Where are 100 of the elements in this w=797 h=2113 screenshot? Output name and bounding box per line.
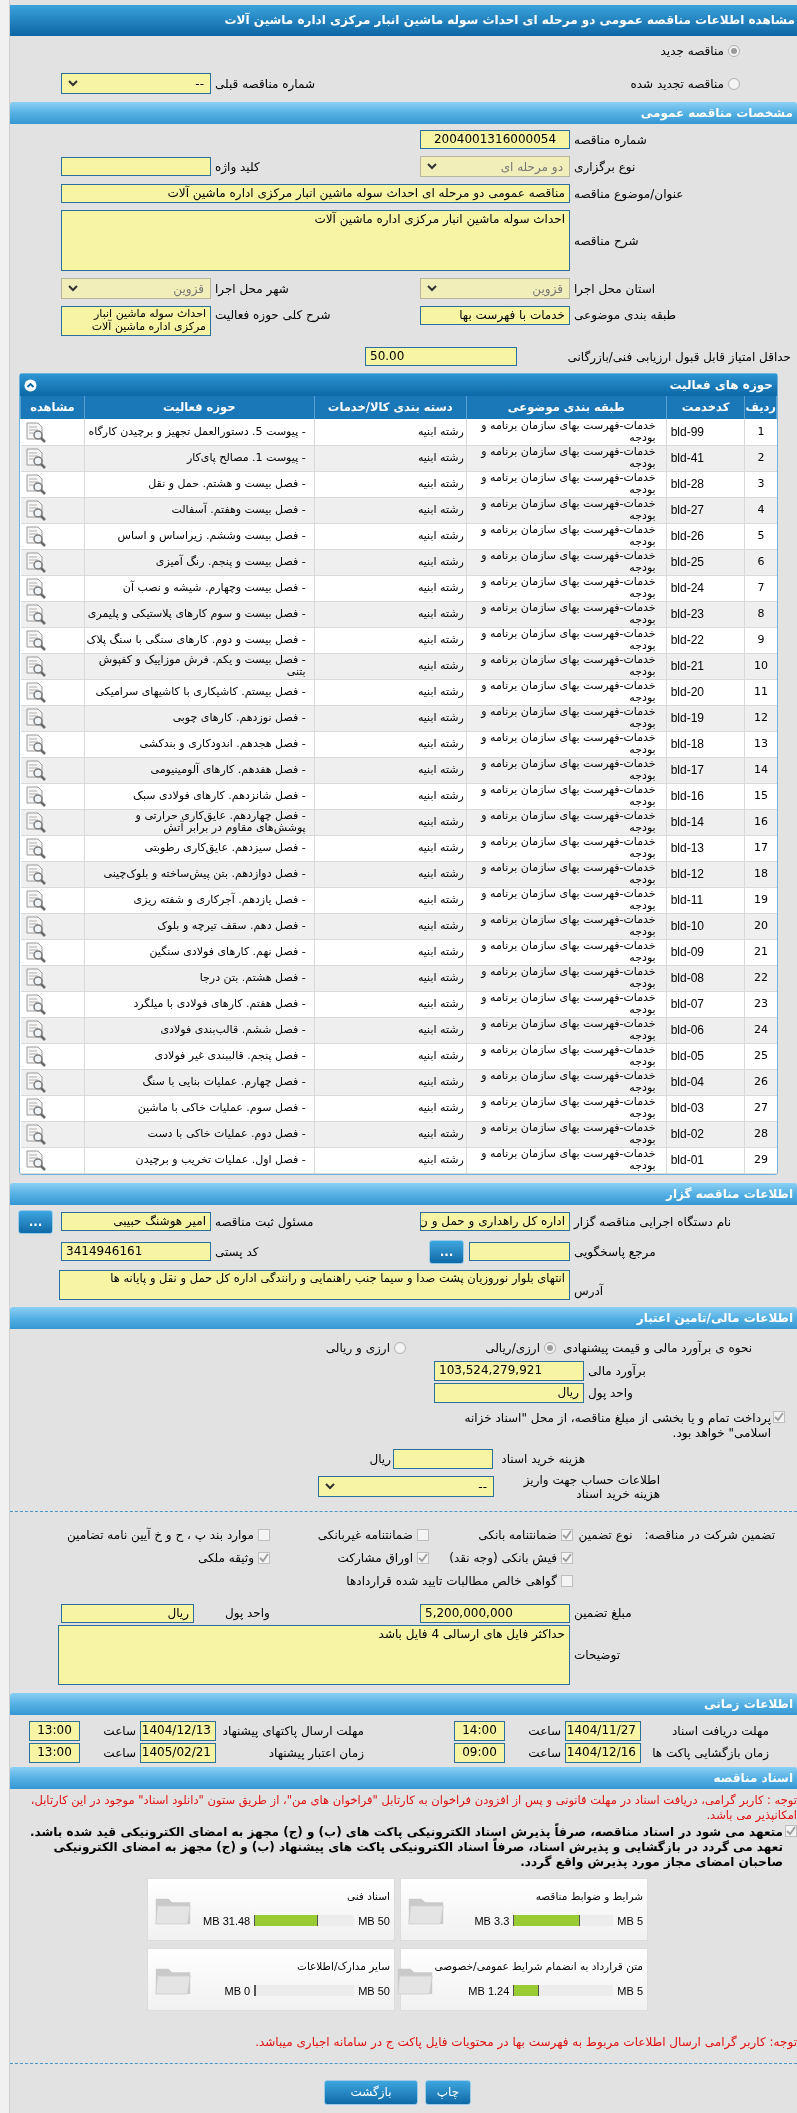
document-search-icon[interactable]	[23, 1123, 46, 1145]
document-search-icon[interactable]	[23, 551, 46, 573]
text-field[interactable]	[469, 1242, 570, 1261]
table-cell: bld-12	[666, 861, 745, 887]
field-label: اطلاعات حساب جهت واریز هزینه خرید اسناد	[522, 1472, 660, 1501]
table-cell: خدمات-فهرست بهای سازمان برنامه و بودجه	[466, 861, 667, 887]
document-search-icon[interactable]	[23, 1045, 46, 1067]
table-cell: رشته ابنیه	[314, 1043, 467, 1069]
document-search-icon[interactable]	[23, 707, 46, 729]
text-field[interactable]: 1404/11/27	[565, 1720, 641, 1741]
text-field[interactable]: 1405/02/21	[140, 1742, 216, 1763]
checkbox[interactable]	[417, 1528, 429, 1541]
document-search-icon[interactable]	[23, 603, 46, 625]
table-cell: - فصل سیزدهم. عایق‌کاری رطوبتی	[84, 835, 315, 861]
text-field[interactable]: 50.00	[365, 347, 517, 366]
dropdown[interactable]: --	[318, 1476, 494, 1497]
field-label: عنوان/موضوع مناقصه	[573, 185, 685, 203]
text-field[interactable]: 14:00	[454, 1720, 505, 1741]
checkbox[interactable]	[561, 1528, 573, 1541]
document-search-icon[interactable]	[23, 915, 46, 937]
table-cell: خدمات-فهرست بهای سازمان برنامه و بودجه	[466, 887, 667, 913]
table-cell: - فصل پنجم. قالببندی غیر فولادی	[84, 1043, 315, 1069]
document-search-icon[interactable]	[23, 681, 46, 703]
text-field[interactable]: 5,200,000,000	[420, 1603, 570, 1623]
chevron-down-icon	[427, 163, 437, 170]
document-search-icon[interactable]	[23, 629, 46, 651]
checkbox[interactable]	[561, 1574, 573, 1587]
ellipsis-button[interactable]: ...	[429, 1239, 464, 1264]
document-search-icon[interactable]	[23, 525, 46, 547]
size-used: 3.3 MB	[474, 1913, 510, 1929]
text-area[interactable]: حداکثر فایل های ارسالی 4 فایل باشد	[58, 1624, 570, 1685]
text-area[interactable]: احداث سوله ماشین انبار مرکزی اداره ماشین آلات	[61, 306, 211, 336]
table-cell: 18	[744, 861, 777, 887]
document-search-icon[interactable]	[23, 655, 46, 677]
radio-button[interactable]	[394, 1341, 406, 1354]
table-cell: 20	[744, 913, 777, 939]
document-search-icon[interactable]	[23, 967, 46, 989]
document-search-icon[interactable]	[23, 473, 46, 495]
table-cell: 12	[744, 705, 777, 731]
table-cell: رشته ابنیه	[314, 497, 467, 523]
document-search-icon[interactable]	[23, 811, 46, 833]
table-cell: - فصل بیست و هشتم. حمل و نقل	[84, 471, 315, 497]
collapse-icon[interactable]	[24, 378, 37, 392]
text-field[interactable]: 103,524,279,921	[434, 1360, 584, 1381]
text-field[interactable]: مناقصه عمومی دو مرحله ای احداث سوله ماشین انبار مرکزی اداره ماشین آلات	[61, 184, 570, 203]
table-cell: 24	[744, 1017, 777, 1043]
checkbox[interactable]	[258, 1551, 270, 1564]
document-search-icon[interactable]	[23, 837, 46, 859]
print-button[interactable]: چاپ	[425, 2079, 471, 2105]
table-cell: 19	[744, 887, 777, 913]
checkbox[interactable]	[561, 1551, 573, 1564]
checkbox[interactable]	[417, 1551, 429, 1564]
document-search-icon[interactable]	[23, 889, 46, 911]
document-search-icon[interactable]	[23, 420, 46, 443]
table-cell: خدمات-فهرست بهای سازمان برنامه و بودجه	[466, 939, 667, 965]
text-field[interactable]: 2004001316000054	[420, 130, 570, 149]
checkbox[interactable]	[773, 1410, 785, 1423]
document-search-icon[interactable]	[23, 577, 46, 599]
text-field[interactable]: 3414946161	[61, 1242, 211, 1261]
document-search-icon[interactable]	[23, 993, 46, 1015]
text-field[interactable]: ریال	[434, 1382, 584, 1403]
text-area[interactable]: احداث سوله ماشین انبار مرکزی اداره ماشین آلات	[61, 210, 570, 271]
ellipsis-button[interactable]: ...	[18, 1209, 53, 1234]
checkbox[interactable]	[258, 1528, 270, 1541]
text-area[interactable]: انتهای بلوار نوروزیان پشت صدا و سیما جنب راهنمایی و رانندگی اداره کل حمل و نقل و پایانه ها	[59, 1269, 570, 1300]
text-field[interactable]: 1404/12/16	[565, 1742, 641, 1763]
field-label: هزینه خرید اسناد	[500, 1450, 585, 1468]
checkbox[interactable]	[785, 1824, 797, 1837]
text-field[interactable]	[393, 1448, 493, 1469]
text-field[interactable]: 1404/12/13	[140, 1720, 216, 1741]
document-search-icon[interactable]	[23, 863, 46, 885]
text-field[interactable]: 13:00	[29, 1742, 80, 1763]
radio-button[interactable]	[544, 1341, 556, 1354]
table-cell: 8	[744, 601, 777, 627]
document-search-icon[interactable]	[23, 1097, 46, 1119]
document-search-icon[interactable]	[23, 1149, 46, 1171]
table-cell: خدمات-فهرست بهای سازمان برنامه و بودجه	[466, 653, 667, 679]
text-field[interactable]: 13:00	[29, 1720, 80, 1741]
text-field[interactable]	[61, 157, 211, 176]
radio-button[interactable]	[728, 77, 740, 90]
back-button[interactable]: بازگشت	[324, 2079, 418, 2105]
document-search-icon[interactable]	[23, 1019, 46, 1041]
table-cell: bld-04	[666, 1069, 745, 1095]
document-search-icon[interactable]	[23, 1071, 46, 1093]
table-cell: خدمات-فهرست بهای سازمان برنامه و بودجه	[466, 497, 667, 523]
document-search-icon[interactable]	[23, 941, 46, 963]
table-cell: bld-01	[666, 1147, 745, 1173]
document-search-icon[interactable]	[23, 447, 46, 469]
table-cell: 17	[744, 835, 777, 861]
text-field[interactable]: 09:00	[454, 1742, 505, 1763]
text-field[interactable]: خدمات با فهرست بها	[420, 306, 570, 325]
field-label: نام دستگاه اجرایی مناقصه گزار	[572, 1213, 733, 1231]
dropdown[interactable]: --	[61, 73, 211, 94]
text-field[interactable]: ریال	[61, 1603, 194, 1623]
text-field[interactable]: امیر هوشنگ حبیبی	[61, 1212, 211, 1231]
document-search-icon[interactable]	[23, 499, 46, 521]
radio-button[interactable]	[728, 45, 740, 57]
document-search-icon[interactable]	[23, 733, 46, 755]
document-search-icon[interactable]	[23, 785, 46, 807]
document-search-icon[interactable]	[23, 759, 46, 781]
